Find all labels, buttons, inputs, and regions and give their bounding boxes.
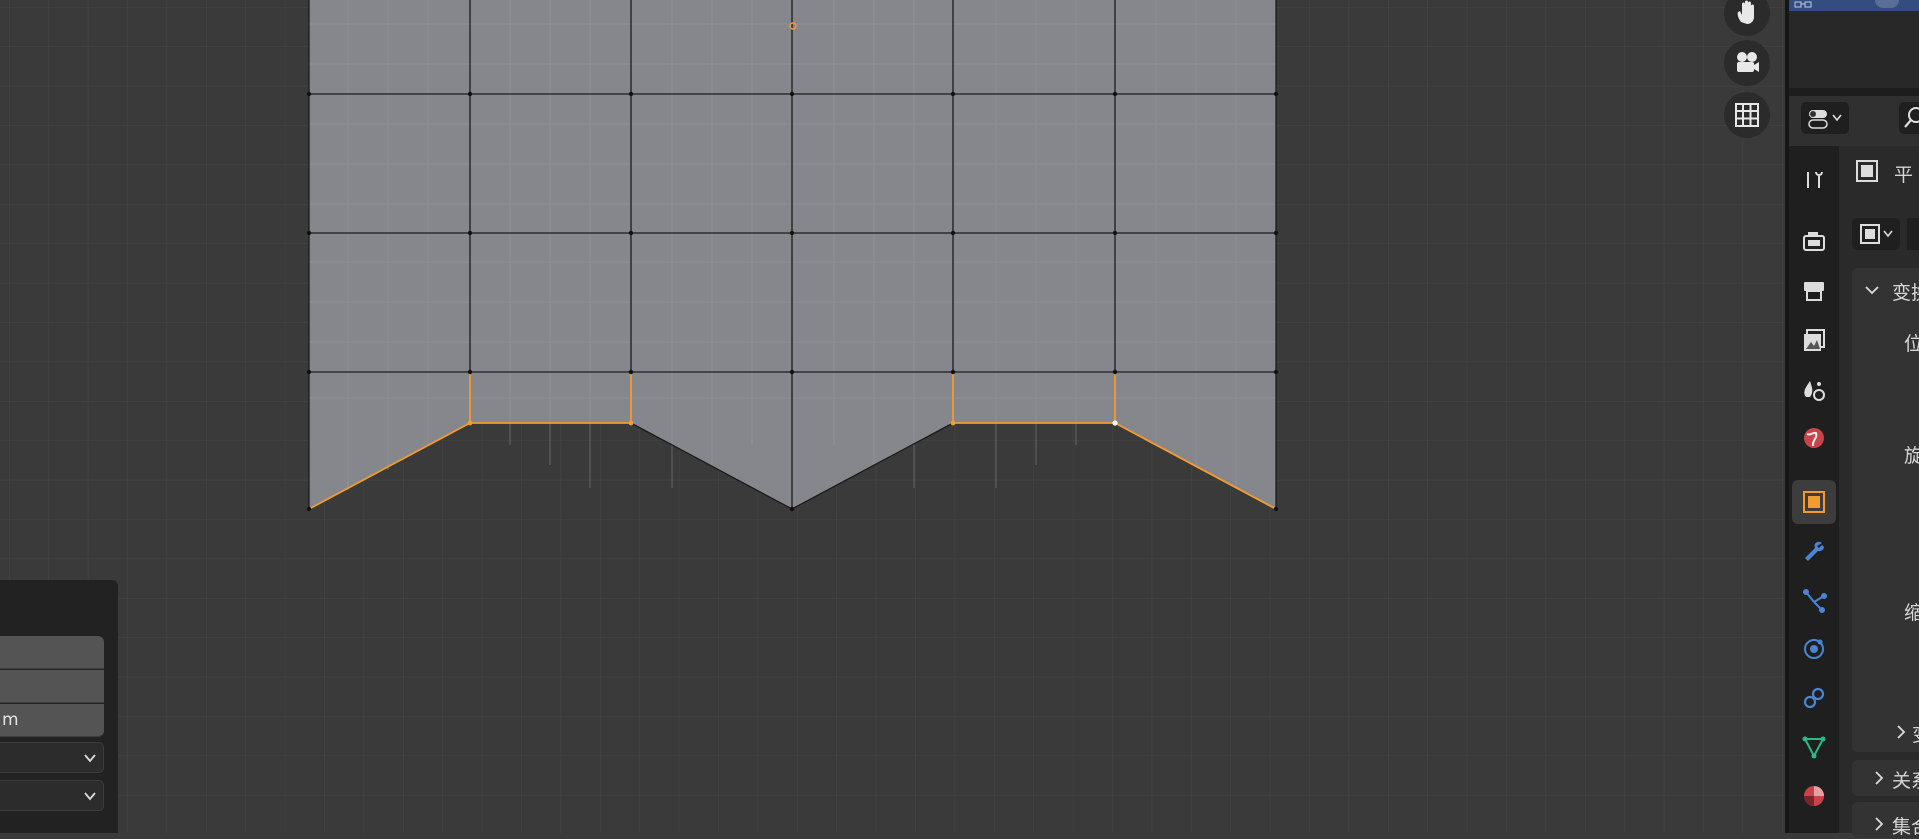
mesh-data-icon[interactable] (1792, 725, 1836, 769)
properties-header (1789, 96, 1919, 146)
transform-header[interactable]: 变换 (1892, 278, 1919, 305)
operator-redo-panel: m (0, 580, 118, 833)
world-icon[interactable] (1792, 416, 1836, 460)
delta-transform-header[interactable]: 变 (1912, 720, 1919, 747)
render-icon[interactable] (1792, 219, 1836, 263)
physics-icon[interactable] (1792, 627, 1836, 671)
scale-label: 缩 (1904, 602, 1919, 624)
rotation-label: 旋 (1904, 445, 1919, 467)
object-type-icon (1854, 158, 1880, 188)
outliner-bottom-strip (1789, 88, 1919, 96)
chevron-down-icon[interactable] (1864, 282, 1880, 298)
chevron-down-icon (84, 754, 96, 763)
camera-icon[interactable] (1724, 40, 1770, 86)
search-icon[interactable] (1899, 102, 1919, 134)
outliner[interactable] (1789, 0, 1919, 100)
chevron-right-icon[interactable] (1872, 816, 1886, 832)
operator-field-3[interactable]: m (0, 704, 104, 737)
grid-toggle-icon[interactable] (1724, 92, 1770, 138)
constraints-icon[interactable] (1792, 676, 1836, 720)
operator-dropdown-1[interactable] (0, 742, 104, 773)
viewport-scene[interactable] (0, 0, 1785, 833)
operator-dropdown-2[interactable] (0, 780, 104, 811)
view-layer-icon[interactable] (1792, 318, 1836, 362)
object-browse-button[interactable] (1852, 218, 1900, 250)
editor-type-button[interactable] (1801, 102, 1849, 134)
relations-header[interactable]: 关系 (1892, 766, 1919, 793)
tool-icon[interactable] (1792, 158, 1836, 202)
chevron-right-icon[interactable] (1872, 770, 1886, 786)
scene-icon[interactable] (1792, 367, 1836, 411)
material-icon[interactable] (1792, 774, 1836, 818)
collections-header[interactable]: 集合 (1892, 812, 1919, 839)
outliner-mesh-icon (1875, 0, 1899, 8)
object-name-field[interactable] (1907, 218, 1919, 250)
properties-content: 平 变换 位 旋 缩 变 关系 集合 (1852, 146, 1919, 838)
object-name-label[interactable]: 平 (1894, 160, 1913, 187)
operator-field-1[interactable] (0, 636, 104, 669)
output-icon[interactable] (1792, 269, 1836, 313)
location-label: 位 (1904, 333, 1919, 355)
outliner-selected-row[interactable] (1789, 0, 1919, 11)
3d-viewport[interactable]: m (0, 0, 1785, 833)
chevron-right-icon[interactable] (1894, 724, 1908, 740)
active-vertex[interactable] (1112, 420, 1118, 426)
chevron-down-icon (84, 792, 96, 801)
operator-field-2[interactable] (0, 670, 104, 703)
wrench-icon[interactable] (1792, 529, 1836, 573)
particles-icon[interactable] (1792, 578, 1836, 622)
object-icon[interactable] (1792, 480, 1836, 524)
